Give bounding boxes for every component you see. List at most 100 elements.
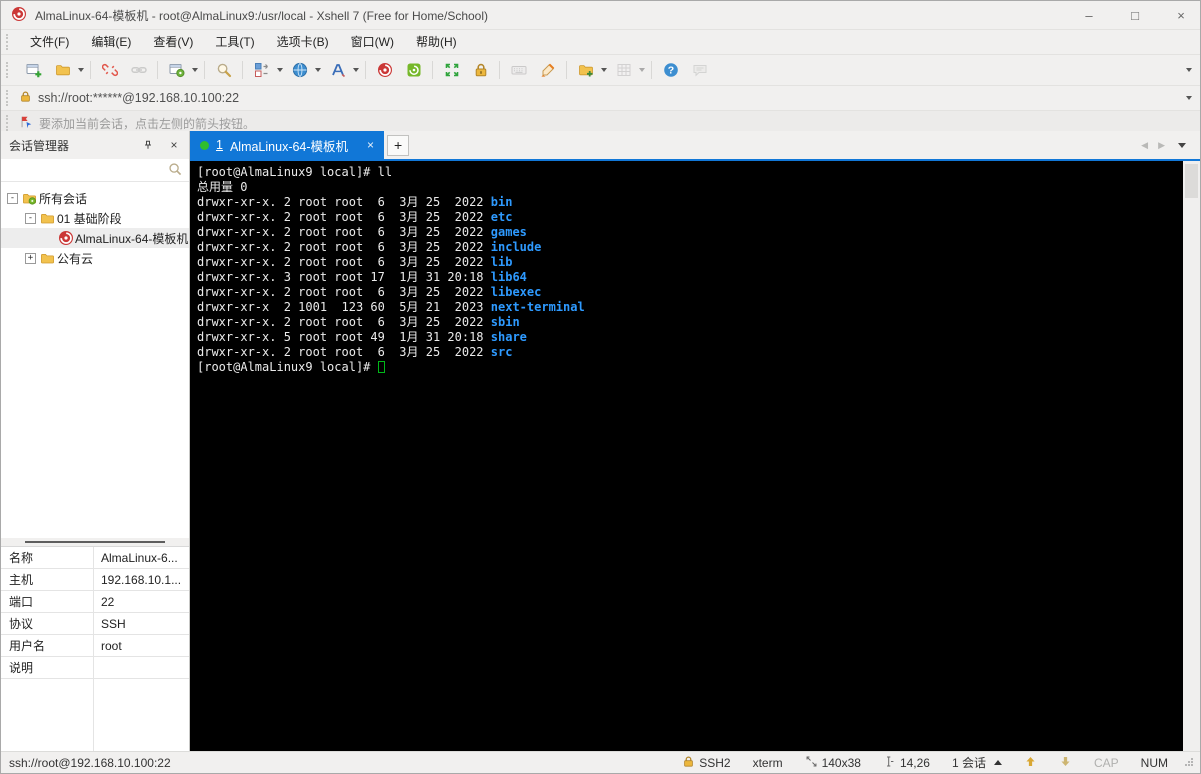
status-arrow-down[interactable]: [1059, 755, 1072, 771]
reconnect-button[interactable]: [124, 58, 153, 82]
new-session-button[interactable]: [19, 58, 48, 82]
menu-item-t[interactable]: 工具(T): [204, 30, 265, 54]
tree-item-所有会话[interactable]: - 所有会话: [1, 188, 189, 208]
status-arrow-up[interactable]: [1024, 755, 1037, 771]
status-xterm[interactable]: xterm: [753, 756, 783, 770]
proxy-globe-dropdown-icon[interactable]: [315, 68, 321, 72]
tab-scroll-left-icon[interactable]: ◀: [1141, 140, 1148, 151]
terminal-line: drwxr-xr-x. 2 root root 6 3月 25 2022 sbi…: [197, 315, 520, 329]
property-value[interactable]: root: [93, 639, 189, 653]
keyboard-button[interactable]: [504, 58, 533, 82]
property-value[interactable]: 22: [93, 595, 189, 609]
terminal-line: drwxr-xr-x. 2 root root 6 3月 25 2022 lib…: [197, 285, 542, 299]
property-value[interactable]: AlmaLinux-6...: [93, 551, 189, 565]
status-cap[interactable]: CAP: [1094, 756, 1119, 770]
tree-item-公有云[interactable]: + 公有云: [1, 248, 189, 268]
close-button[interactable]: ×: [1162, 1, 1200, 29]
pin-panel-icon[interactable]: [139, 136, 157, 154]
layout-dropdown-icon[interactable]: [277, 68, 283, 72]
font-dropdown-icon[interactable]: [353, 68, 359, 72]
new-folder-dropdown-icon[interactable]: [601, 68, 607, 72]
tab-number: 1: [216, 138, 223, 152]
menu-item-e[interactable]: 编辑(E): [80, 30, 142, 54]
status-1[interactable]: 1 会话: [952, 754, 1002, 771]
toolbar-overflow-icon[interactable]: [1186, 68, 1192, 72]
status-ssh2[interactable]: SSH2: [682, 755, 731, 771]
menu-item-h[interactable]: 帮助(H): [405, 30, 468, 54]
expand-icon[interactable]: +: [25, 252, 36, 264]
address-lock-icon: [19, 90, 32, 106]
address-url[interactable]: ssh://root:******@192.168.10.100:22: [38, 91, 239, 105]
status-140x38[interactable]: 140x38: [805, 755, 861, 771]
open-folder-dropdown-icon[interactable]: [78, 68, 84, 72]
highlight-icon: [535, 58, 560, 82]
addressbar-overflow-icon[interactable]: [1186, 96, 1192, 100]
highlight-button[interactable]: [533, 58, 562, 82]
help-button[interactable]: ?: [656, 58, 685, 82]
terminal-scrollbar[interactable]: [1183, 161, 1200, 751]
menu-bar: 文件(F) 编辑(E) 查看(V) 工具(T) 选项卡(B) 窗口(W) 帮助(H): [1, 29, 1200, 54]
find-icon: [211, 58, 236, 82]
proxy-globe-button[interactable]: [285, 58, 323, 82]
tree-item-label: 01 基础阶段: [57, 211, 122, 226]
toolbar-grip[interactable]: [6, 62, 12, 78]
lock-button[interactable]: [466, 58, 495, 82]
session-list-caret-icon[interactable]: [993, 760, 1002, 765]
tree-item-label: AlmaLinux-64-模板机: [75, 231, 189, 246]
fullscreen-button[interactable]: [437, 58, 466, 82]
status-num[interactable]: NUM: [1141, 756, 1168, 770]
menu-item-b[interactable]: 选项卡(B): [266, 30, 340, 54]
layout-button[interactable]: [247, 58, 285, 82]
grid-button[interactable]: [609, 58, 647, 82]
session-search-input[interactable]: [9, 162, 168, 178]
new-tab-button[interactable]: +: [387, 134, 410, 156]
addressbar-grip[interactable]: [6, 90, 12, 106]
new-folder-button[interactable]: [571, 58, 609, 82]
folder-icon: [40, 251, 57, 266]
tab-bar: 1 AlmaLinux-64-模板机 × + ◀ ▶: [190, 131, 1200, 159]
session-properties-dropdown-icon[interactable]: [192, 68, 198, 72]
disconnect-button[interactable]: [95, 58, 124, 82]
lock-icon: [468, 58, 493, 82]
tab-close-icon[interactable]: ×: [367, 138, 374, 152]
toolbar-separator: [432, 61, 433, 79]
search-icon[interactable]: [168, 162, 183, 180]
property-value[interactable]: SSH: [93, 617, 189, 631]
open-folder-button[interactable]: [48, 58, 86, 82]
maximize-button[interactable]: □: [1116, 1, 1154, 29]
connected-status-icon: [200, 140, 209, 150]
minimize-button[interactable]: –: [1070, 1, 1108, 29]
tree-item-01 基础阶段[interactable]: - 01 基础阶段: [1, 208, 189, 228]
menu-item-w[interactable]: 窗口(W): [340, 30, 405, 54]
collapse-icon[interactable]: -: [7, 192, 18, 204]
font-button[interactable]: [323, 58, 361, 82]
new-folder-icon: [573, 58, 598, 82]
tab-list-dropdown-icon[interactable]: [1178, 142, 1186, 148]
tree-item-label: 所有会话: [39, 191, 88, 206]
infobar-grip[interactable]: [6, 115, 12, 131]
menubar-grip[interactable]: [6, 34, 12, 50]
xshell-button[interactable]: [370, 58, 399, 82]
add-session-flag-icon[interactable]: [19, 115, 33, 132]
panel-splitter[interactable]: [1, 538, 189, 546]
property-value[interactable]: 192.168.10.1...: [93, 573, 189, 587]
session-properties-button[interactable]: [162, 58, 200, 82]
menu-item-f[interactable]: 文件(F): [19, 30, 80, 54]
session-tab[interactable]: 1 AlmaLinux-64-模板机 ×: [190, 131, 385, 159]
tree-item-AlmaLinux-64-模板机[interactable]: AlmaLinux-64-模板机: [1, 228, 189, 248]
tab-scroll-right-icon[interactable]: ▶: [1158, 140, 1165, 151]
directory-name: etc: [490, 210, 513, 224]
terminal-scrollbar-thumb[interactable]: [1185, 164, 1198, 198]
resize-grip-icon[interactable]: [1184, 756, 1194, 770]
terminal[interactable]: [root@AlmaLinux9 local]# ll 总用量 0 drwxr-xr…: [190, 161, 1200, 751]
find-button[interactable]: [209, 58, 238, 82]
close-panel-icon[interactable]: ×: [165, 136, 183, 154]
directory-name: libexec: [490, 285, 542, 299]
chat-button[interactable]: [685, 58, 714, 82]
status-1426[interactable]: 14,26: [883, 755, 930, 771]
grid-dropdown-icon[interactable]: [639, 68, 645, 72]
xftp-button[interactable]: [399, 58, 428, 82]
collapse-icon[interactable]: -: [25, 212, 36, 224]
terminal-line: drwxr-xr-x. 2 root root 6 3月 25 2022 inc…: [197, 240, 542, 254]
menu-item-v[interactable]: 查看(V): [142, 30, 204, 54]
